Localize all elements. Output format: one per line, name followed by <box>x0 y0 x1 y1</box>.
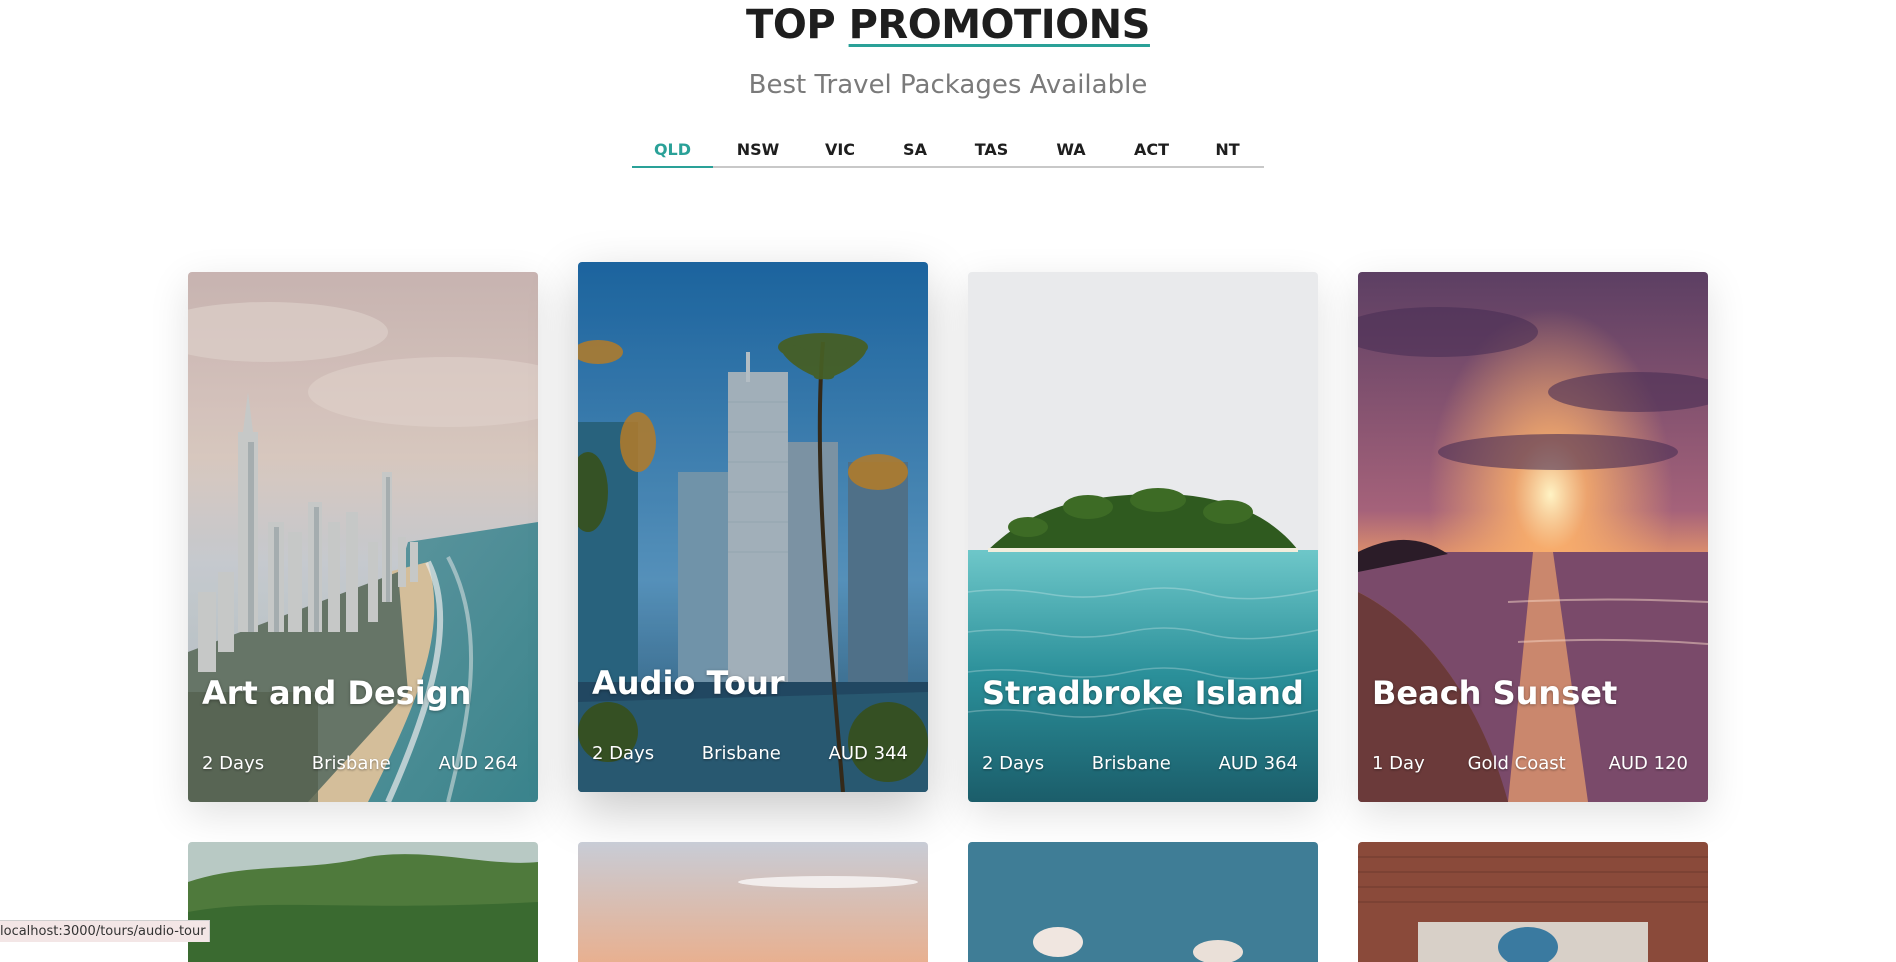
forest-hills-image <box>188 842 538 962</box>
tour-card-row2-3[interactable] <box>968 842 1318 962</box>
brisbane-city-image <box>578 262 928 792</box>
status-bar-url: localhost:3000/tours/audio-tour <box>0 920 210 942</box>
tour-card-stradbroke-island[interactable]: Stradbroke Island 2 Days Brisbane AUD 36… <box>968 272 1318 802</box>
card-price: AUD 364 <box>1218 753 1298 774</box>
card-title: Beach Sunset <box>1372 674 1618 712</box>
tour-card-row2-2[interactable] <box>578 842 928 962</box>
card-duration: 2 Days <box>202 753 265 774</box>
island-ocean-image <box>968 272 1318 802</box>
tour-card-row2-4[interactable] <box>1358 842 1708 962</box>
card-meta: 2 Days Brisbane AUD 344 <box>592 743 908 764</box>
tab-vic[interactable]: VIC <box>803 136 877 166</box>
tab-sa[interactable]: SA <box>877 136 953 166</box>
tour-card-row2-1[interactable] <box>188 842 538 962</box>
card-title: Art and Design <box>202 674 472 712</box>
sky-sunset-image <box>578 842 928 962</box>
card-location: Brisbane <box>311 753 391 774</box>
card-location: Gold Coast <box>1467 753 1566 774</box>
page-title-part1: TOP <box>746 2 836 48</box>
card-location: Brisbane <box>1091 753 1171 774</box>
beach-sunset-image <box>1358 272 1708 802</box>
tour-card-audio-tour[interactable]: Audio Tour 2 Days Brisbane AUD 344 <box>578 262 928 792</box>
tab-tas[interactable]: TAS <box>953 136 1030 166</box>
page-title-part2: PROMOTIONS <box>848 2 1151 48</box>
card-price: AUD 120 <box>1608 753 1688 774</box>
blue-sky-clouds-image <box>968 842 1318 962</box>
card-meta: 1 Day Gold Coast AUD 120 <box>1372 753 1688 774</box>
card-title: Stradbroke Island <box>982 674 1304 712</box>
card-price: AUD 264 <box>438 753 518 774</box>
card-meta: 2 Days Brisbane AUD 264 <box>202 753 518 774</box>
tab-wa[interactable]: WA <box>1030 136 1112 166</box>
brick-building-image <box>1358 842 1708 962</box>
tour-card-beach-sunset[interactable]: Beach Sunset 1 Day Gold Coast AUD 120 <box>1358 272 1708 802</box>
card-duration: 2 Days <box>592 743 655 764</box>
gold-coast-skyline-image <box>188 272 538 802</box>
card-duration: 1 Day <box>1372 753 1425 774</box>
card-meta: 2 Days Brisbane AUD 364 <box>982 753 1298 774</box>
card-location: Brisbane <box>701 743 781 764</box>
page-subtitle: Best Travel Packages Available <box>748 70 1148 100</box>
tab-act[interactable]: ACT <box>1112 136 1191 166</box>
card-duration: 2 Days <box>982 753 1045 774</box>
tab-nsw[interactable]: NSW <box>713 136 803 166</box>
card-title: Audio Tour <box>592 664 785 702</box>
state-tabs: QLD NSW VIC SA TAS WA ACT NT <box>632 136 1264 168</box>
tab-nt[interactable]: NT <box>1191 136 1264 166</box>
page-title: TOP PROMOTIONS <box>0 2 1896 48</box>
tab-qld[interactable]: QLD <box>632 136 713 168</box>
tour-card-art-and-design[interactable]: Art and Design 2 Days Brisbane AUD 264 <box>188 272 538 802</box>
card-price: AUD 344 <box>828 743 908 764</box>
